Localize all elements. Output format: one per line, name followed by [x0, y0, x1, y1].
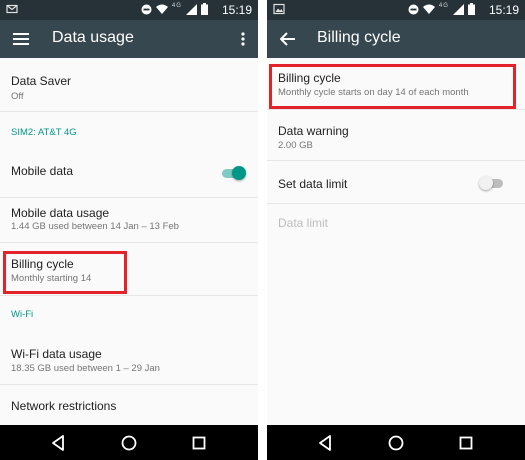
battery-icon — [201, 3, 208, 15]
wifi-data-usage-summary: 18.35 GB used between 1 – 29 Jan — [11, 363, 160, 374]
sim-section-header: SIM2: AT&T 4G — [11, 127, 77, 138]
mobile-data-usage-item[interactable]: Mobile data usage 1.44 GB used between 1… — [0, 198, 258, 243]
data-saver-item[interactable]: Data Saver Off — [0, 58, 258, 112]
mobile-data-title: Mobile data — [11, 164, 74, 178]
app-bar: Data usage — [0, 20, 258, 58]
signal-icon — [185, 4, 197, 15]
data-warning-summary: 2.00 GB — [278, 140, 313, 151]
wifi-icon — [422, 4, 435, 14]
data-usage-screen: 4G 15:19 Data usage Data Saver Off SIM2:… — [0, 0, 258, 460]
status-bar: 4G 15:19 — [267, 0, 525, 20]
mobile-data-item[interactable]: Mobile data — [0, 150, 258, 198]
image-icon — [273, 3, 285, 18]
data-limit-title: Data limit — [278, 216, 329, 230]
mobile-data-usage-title: Mobile data usage — [11, 206, 110, 220]
wifi-icon — [155, 4, 168, 14]
billing-cycle-title: Billing cycle — [11, 257, 74, 271]
clock: 15:19 — [488, 3, 519, 17]
back-nav-icon[interactable] — [316, 433, 336, 453]
page-title: Billing cycle — [317, 29, 401, 46]
signal-icon — [452, 4, 464, 15]
mobile-data-toggle[interactable] — [220, 166, 246, 180]
billing-cycle-item[interactable]: Billing cycle Monthly starting 14 — [0, 243, 258, 296]
data-limit-item: Data limit — [267, 204, 525, 244]
page-title: Data usage — [52, 29, 134, 46]
billing-cycle-title: Billing cycle — [278, 71, 341, 85]
recents-nav-icon[interactable] — [189, 433, 209, 453]
settings-list: Data Saver Off SIM2: AT&T 4G Mobile data… — [0, 58, 258, 425]
more-options-icon[interactable] — [236, 28, 250, 50]
billing-cycle-item[interactable]: Billing cycle Monthly cycle starts on da… — [267, 58, 525, 110]
dnd-icon — [141, 4, 152, 15]
data-warning-title: Data warning — [278, 124, 349, 138]
navigation-bar — [267, 425, 525, 460]
app-bar: Billing cycle — [267, 20, 525, 58]
network-restrictions-item[interactable]: Network restrictions — [0, 385, 258, 425]
data-saver-summary: Off — [11, 91, 24, 102]
network-type-label: 4G — [171, 3, 182, 9]
status-icons: 4G — [141, 3, 208, 17]
back-nav-icon[interactable] — [49, 433, 69, 453]
network-type-label: 4G — [438, 3, 449, 9]
wifi-data-usage-title: Wi-Fi data usage — [11, 347, 102, 361]
battery-icon — [468, 3, 475, 15]
mail-icon — [6, 3, 18, 18]
set-data-limit-title: Set data limit — [278, 177, 348, 191]
wifi-section-header: Wi-Fi — [11, 309, 34, 320]
status-bar: 4G 15:19 — [0, 0, 258, 20]
dnd-icon — [408, 4, 419, 15]
home-nav-icon[interactable] — [386, 433, 406, 453]
menu-icon[interactable] — [10, 28, 32, 50]
data-saver-title: Data Saver — [11, 74, 72, 88]
billing-cycle-screen: 4G 15:19 Billing cycle Billing cycle Mon… — [267, 0, 525, 460]
billing-cycle-summary: Monthly starting 14 — [11, 273, 92, 284]
recents-nav-icon[interactable] — [456, 433, 476, 453]
navigation-bar — [0, 425, 258, 460]
back-arrow-icon[interactable] — [277, 28, 299, 50]
mobile-data-usage-summary: 1.44 GB used between 14 Jan – 13 Feb — [11, 221, 179, 232]
set-data-limit-item[interactable]: Set data limit — [267, 161, 525, 204]
data-warning-item[interactable]: Data warning 2.00 GB — [267, 110, 525, 161]
clock: 15:19 — [221, 3, 252, 17]
network-restrictions-title: Network restrictions — [11, 399, 117, 413]
billing-cycle-summary: Monthly cycle starts on day 14 of each m… — [278, 87, 469, 98]
wifi-data-usage-item[interactable]: Wi-Fi data usage 18.35 GB used between 1… — [0, 333, 258, 385]
settings-list: Billing cycle Monthly cycle starts on da… — [267, 58, 525, 425]
home-nav-icon[interactable] — [119, 433, 139, 453]
set-data-limit-toggle[interactable] — [479, 176, 505, 190]
status-icons: 4G — [408, 3, 475, 17]
